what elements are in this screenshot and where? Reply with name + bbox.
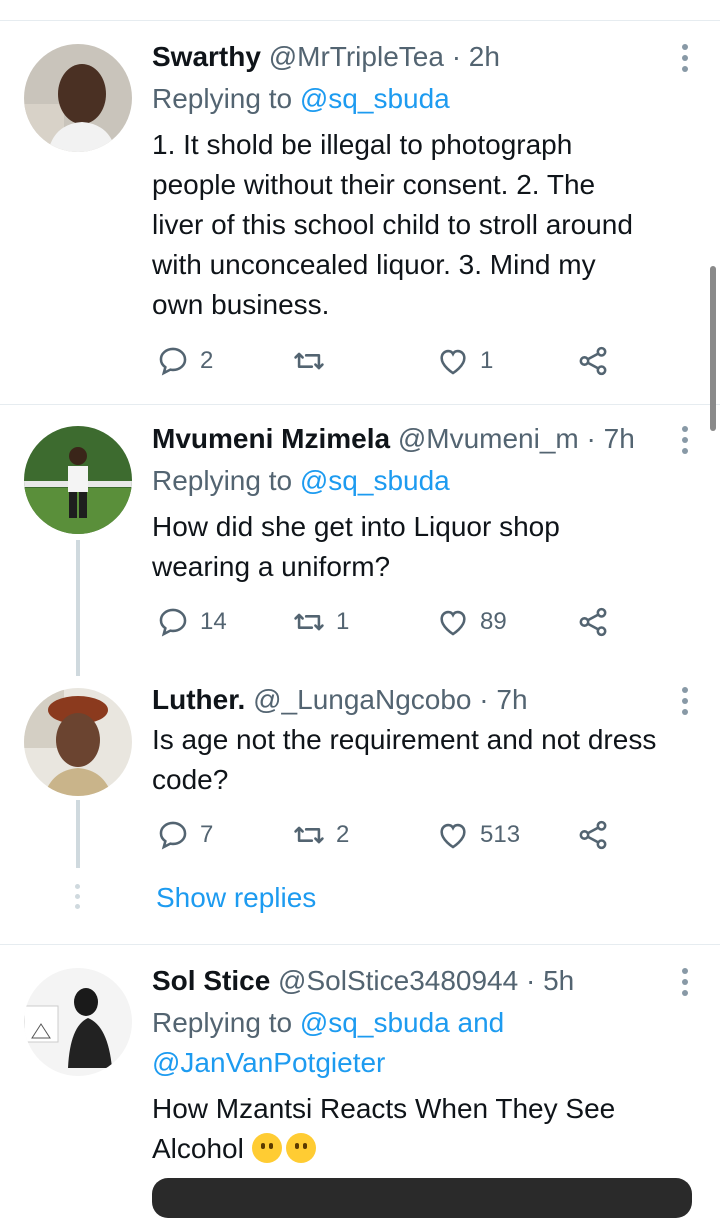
retweet-button[interactable]: 2 [292,818,349,852]
display-name[interactable]: Swarthy [152,41,261,72]
tweet-actions: 2 1 [152,344,632,380]
like-button[interactable]: 89 [436,605,507,639]
reply-button[interactable]: 2 [156,344,213,378]
username[interactable]: @SolStice3480944 [278,965,518,996]
reply-count: 7 [200,821,214,848]
mention-link[interactable]: @sq_sbuda [300,465,450,496]
reply-count: 2 [200,347,214,374]
display-name[interactable]: Luther. [152,684,245,715]
tweet-header: Mvumeni Mzimela @Mvumeni_m · 7h [152,421,635,457]
mention-link[interactable]: @sq_sbuda [300,83,450,114]
replying-to: Replying to @sq_sbuda [152,79,450,119]
retweet-icon [294,613,324,631]
tweet-divider [0,404,720,405]
username[interactable]: @_LungaNgcobo [253,684,471,715]
reply-button[interactable]: 14 [156,605,227,639]
retweet-icon [294,826,324,844]
tweet-actions: 7 2 513 [152,818,632,854]
replying-prefix: Replying to [152,465,293,496]
slightly-smiling-face-emoji [251,1133,282,1163]
timestamp[interactable]: · 5h [526,965,574,996]
tweet-text-line: How did she get into Liquor shop [152,511,560,542]
heart-icon [440,610,466,636]
more-vertical-icon[interactable] [680,968,690,1001]
scrollbar[interactable] [710,266,716,431]
thread-line [76,540,80,676]
share-button[interactable] [576,605,610,639]
replying-to: Replying to @sq_sbuda and @JanVanPotgiet… [152,1003,504,1083]
slightly-smiling-face-emoji [285,1133,316,1163]
reply-bubble-icon [159,608,187,637]
avatar[interactable] [24,426,132,534]
reply-bubble-icon [159,821,187,850]
avatar[interactable] [24,968,132,1076]
like-button[interactable]: 513 [436,818,520,852]
retweet-button[interactable]: 1 [292,605,349,639]
retweet-count: 1 [336,608,350,635]
retweet-icon [294,352,324,370]
like-count: 1 [480,347,494,374]
timestamp[interactable]: · 7h [479,684,527,715]
tweet-header: Sol Stice @SolStice3480944 · 5h [152,963,574,999]
more-vertical-icon[interactable] [680,426,690,459]
mention-link[interactable]: @JanVanPotgieter [152,1047,385,1078]
tweet-text: How Mzantsi Reacts When They See Alcohol [152,1089,697,1169]
tweet-text-line: Is age not the requirement and not dress [152,724,657,755]
username[interactable]: @MrTripleTea [269,41,444,72]
timestamp[interactable]: · 7h [587,423,635,454]
username[interactable]: @Mvumeni_m [398,423,579,454]
replying-prefix: Replying to [152,1007,293,1038]
avatar[interactable] [24,44,132,152]
replying-to: Replying to @sq_sbuda [152,461,450,501]
tweet-text: How did she get into Liquor shop wearing… [152,507,697,587]
tweet-media-preview[interactable] [152,1178,692,1218]
tweet-text-line: 1. It shold be illegal to photograph [152,129,573,160]
tweet-text-line: wearing a uniform? [152,551,391,582]
like-button[interactable]: 1 [436,344,493,378]
tweet-text-line: code? [152,764,229,795]
tweet-divider [0,944,720,945]
heart-icon [440,823,466,849]
thread-line [76,800,80,868]
display-name[interactable]: Sol Stice [152,965,270,996]
tweet-text: Is age not the requirement and not dress… [152,720,697,800]
tweet-text-line: with unconcealed liquor. 3. Mind my [152,249,596,280]
like-count: 513 [480,821,521,848]
reply-button[interactable]: 7 [156,818,213,852]
tweet-text-line: own business. [152,289,330,320]
like-count: 89 [480,608,507,635]
thread-continuation-dots [73,884,81,914]
replying-and: and [457,1007,505,1038]
share-button[interactable] [576,344,610,378]
mention-link[interactable]: @sq_sbuda [300,1007,450,1038]
more-vertical-icon[interactable] [680,44,690,77]
replying-prefix: Replying to [152,83,293,114]
retweet-button[interactable] [292,344,336,378]
tweet-text-line: How Mzantsi Reacts When They See [152,1093,616,1124]
share-icon [579,346,607,376]
reply-bubble-icon [159,347,187,376]
avatar[interactable] [24,688,132,796]
retweet-count: 2 [336,821,350,848]
tweet-text-line: people without their consent. 2. The [152,169,596,200]
display-name[interactable]: Mvumeni Mzimela [152,423,390,454]
tweet-text-line: liver of this school child to stroll aro… [152,209,633,240]
share-button[interactable] [576,818,610,852]
share-icon [579,607,607,637]
tweet-header: Swarthy @MrTripleTea · 2h [152,39,500,75]
heart-icon [440,349,466,375]
show-replies-link[interactable]: Show replies [156,882,316,914]
share-icon [579,820,607,850]
more-vertical-icon[interactable] [680,687,690,720]
timestamp[interactable]: · 2h [452,41,500,72]
tweet-text-line: Alcohol [152,1133,244,1164]
reply-count: 14 [200,608,227,635]
tweet-swarthy[interactable]: Swarthy @MrTripleTea · 2h Replying to @s… [0,0,720,404]
tweet-header: Luther. @_LungaNgcobo · 7h [152,682,528,718]
tweet-actions: 14 1 89 [152,605,632,641]
tweet-text: 1. It shold be illegal to photograph peo… [152,125,697,325]
